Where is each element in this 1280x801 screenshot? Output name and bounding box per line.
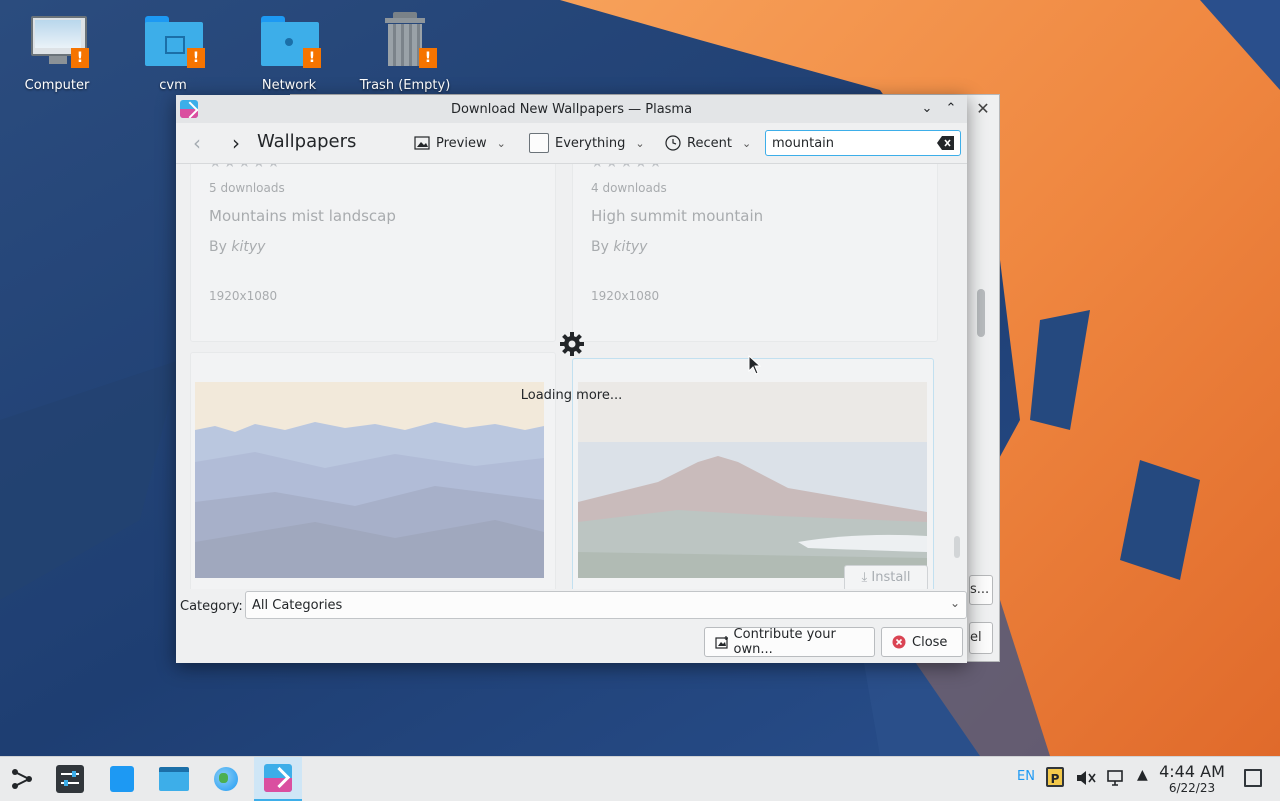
sort-dropdown[interactable]: Recent ⌄ xyxy=(665,132,751,154)
network-wired-icon[interactable] xyxy=(1106,769,1126,787)
mouse-cursor-icon xyxy=(748,355,762,375)
author-link[interactable]: kityy xyxy=(231,239,265,255)
clipboard-icon[interactable]: P xyxy=(1046,767,1064,787)
taskbar-system-settings[interactable] xyxy=(48,757,92,801)
wallpaper-thumbnail-mist[interactable] xyxy=(195,382,544,578)
network-folder-icon: ! xyxy=(259,10,321,70)
checkbox-icon xyxy=(529,133,549,153)
chevron-down-icon: ⌄ xyxy=(949,596,960,610)
back-arrow-icon[interactable]: ‹ xyxy=(185,131,209,155)
get-new-stuff-icon xyxy=(264,764,292,792)
warning-badge-icon: ! xyxy=(187,48,205,68)
wallpaper-grid: ★★★★★ 5 downloads Mountains mist landsca… xyxy=(176,164,967,589)
system-tray-expand-icon[interactable]: ▲ xyxy=(1137,767,1148,783)
taskbar-browser[interactable] xyxy=(204,757,248,801)
keyboard-layout-indicator[interactable]: EN xyxy=(1017,769,1035,784)
taskbar-discover[interactable] xyxy=(100,757,144,801)
title-bar[interactable]: Download New Wallpapers — Plasma ⌄ ⌃ xyxy=(176,95,967,123)
forward-arrow-icon[interactable]: › xyxy=(224,131,248,155)
folder-icon xyxy=(159,767,189,791)
upload-image-icon xyxy=(715,636,728,649)
plasma-launcher-icon xyxy=(12,769,32,789)
background-button-fragment[interactable]: el xyxy=(969,622,993,654)
clock-time[interactable]: 4:44 AM xyxy=(1158,762,1226,781)
taskbar-dolphin[interactable] xyxy=(152,757,196,801)
globe-icon xyxy=(214,767,238,791)
author-link[interactable]: kityy xyxy=(613,239,647,255)
settings-icon xyxy=(56,765,84,793)
clock-date[interactable]: 6/22/23 xyxy=(1158,781,1226,795)
desktop-icon-label: Network xyxy=(261,78,317,93)
background-window-close-icon[interactable]: ✕ xyxy=(973,99,993,119)
taskbar-get-new-stuff[interactable] xyxy=(254,757,302,801)
search-input[interactable] xyxy=(772,132,932,154)
search-field[interactable] xyxy=(765,130,961,156)
loading-gear-icon xyxy=(560,332,584,356)
close-circle-icon xyxy=(892,635,906,649)
chevron-down-icon: ⌄ xyxy=(741,136,752,150)
close-button[interactable]: Close xyxy=(881,627,963,657)
download-wallpapers-dialog: Download New Wallpapers — Plasma ⌄ ⌃ ‹ ›… xyxy=(176,95,967,663)
application-launcher[interactable] xyxy=(0,757,44,801)
volume-muted-icon[interactable] xyxy=(1076,769,1096,787)
view-mode-dropdown[interactable]: Preview ⌄ xyxy=(414,132,506,154)
content-scrollbar[interactable] xyxy=(954,536,960,558)
desktop-icon-label: Computer xyxy=(24,78,90,93)
home-folder-icon: ! xyxy=(143,10,205,70)
loading-text: Loading more... xyxy=(520,388,623,403)
background-button-fragment[interactable]: s... xyxy=(969,575,993,605)
desktop-icon-cvm[interactable]: ! cvm xyxy=(127,10,219,93)
warning-badge-icon: ! xyxy=(71,48,89,68)
chevron-down-icon: ⌄ xyxy=(496,136,506,150)
desktop-icon-trash[interactable]: ! Trash (Empty) xyxy=(359,10,451,93)
rating-stars-icon: ★★★★★ xyxy=(209,164,282,171)
desktop-icon-label: cvm xyxy=(159,78,187,93)
contribute-button[interactable]: Contribute your own... xyxy=(704,627,875,657)
rating-stars-icon: ★★★★★ xyxy=(591,164,664,171)
category-select[interactable]: All Categories ⌄ xyxy=(245,591,967,619)
page-title: Wallpapers xyxy=(257,131,357,152)
chevron-down-icon: ⌄ xyxy=(635,136,645,150)
warning-badge-icon: ! xyxy=(303,48,321,68)
install-button[interactable]: ⤓ Install xyxy=(844,565,928,589)
category-label: Category: xyxy=(180,599,243,614)
wallpaper-card[interactable]: ★★★★★ 5 downloads Mountains mist landsca… xyxy=(190,164,556,342)
desktop-icon-label: Trash (Empty) xyxy=(359,78,451,93)
desktop-icon-computer[interactable]: ! Computer xyxy=(11,10,103,93)
maximize-icon[interactable]: ⌃ xyxy=(942,100,960,118)
window-title: Download New Wallpapers — Plasma xyxy=(450,102,693,117)
taskbar: EN P ▲ 4:44 AM 6/22/23 xyxy=(0,756,1280,801)
shopping-bag-icon xyxy=(110,766,134,792)
show-desktop-icon[interactable] xyxy=(1244,769,1262,787)
background-scrollbar[interactable] xyxy=(977,289,985,337)
minimize-icon[interactable]: ⌄ xyxy=(918,100,936,118)
wallpaper-card[interactable]: ★★★★★ 4 downloads High summit mountain B… xyxy=(572,164,938,342)
clock-icon xyxy=(665,135,681,151)
image-preview-icon xyxy=(414,136,430,150)
desktop-icon-network[interactable]: ! Network xyxy=(243,10,335,93)
computer-icon: ! xyxy=(27,10,89,70)
trash-icon: ! xyxy=(375,10,437,70)
warning-badge-icon: ! xyxy=(419,48,437,68)
filter-dropdown[interactable]: Everything ⌄ xyxy=(529,132,645,154)
wallpaper-thumbnail-summit[interactable] xyxy=(578,382,927,578)
clear-search-icon[interactable] xyxy=(937,135,955,151)
